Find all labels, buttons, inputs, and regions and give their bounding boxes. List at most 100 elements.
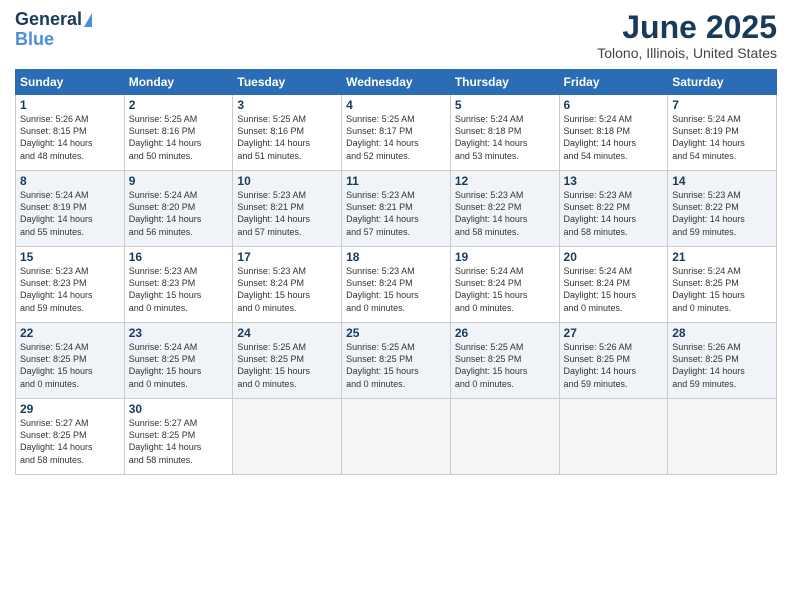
day-info: Sunrise: 5:27 AM Sunset: 8:25 PM Dayligh… (20, 417, 120, 466)
day-number: 6 (564, 98, 664, 112)
logo-text-general: General (15, 10, 82, 30)
day-info: Sunrise: 5:25 AM Sunset: 8:16 PM Dayligh… (129, 113, 229, 162)
calendar-row: 1Sunrise: 5:26 AM Sunset: 8:15 PM Daylig… (16, 95, 777, 171)
day-number: 20 (564, 250, 664, 264)
page-header: General Blue June 2025 Tolono, Illinois,… (15, 10, 777, 61)
table-row: 30Sunrise: 5:27 AM Sunset: 8:25 PM Dayli… (124, 399, 233, 475)
table-row: 21Sunrise: 5:24 AM Sunset: 8:25 PM Dayli… (668, 247, 777, 323)
day-number: 15 (20, 250, 120, 264)
day-info: Sunrise: 5:25 AM Sunset: 8:16 PM Dayligh… (237, 113, 337, 162)
day-info: Sunrise: 5:25 AM Sunset: 8:25 PM Dayligh… (455, 341, 555, 390)
day-number: 24 (237, 326, 337, 340)
calendar-table: Sunday Monday Tuesday Wednesday Thursday… (15, 69, 777, 475)
day-number: 1 (20, 98, 120, 112)
calendar-subtitle: Tolono, Illinois, United States (597, 45, 777, 61)
day-info: Sunrise: 5:23 AM Sunset: 8:24 PM Dayligh… (346, 265, 446, 314)
table-row: 10Sunrise: 5:23 AM Sunset: 8:21 PM Dayli… (233, 171, 342, 247)
day-number: 17 (237, 250, 337, 264)
table-row: 13Sunrise: 5:23 AM Sunset: 8:22 PM Dayli… (559, 171, 668, 247)
table-row: 14Sunrise: 5:23 AM Sunset: 8:22 PM Dayli… (668, 171, 777, 247)
table-row: 28Sunrise: 5:26 AM Sunset: 8:25 PM Dayli… (668, 323, 777, 399)
table-row: 12Sunrise: 5:23 AM Sunset: 8:22 PM Dayli… (450, 171, 559, 247)
table-row: 3Sunrise: 5:25 AM Sunset: 8:16 PM Daylig… (233, 95, 342, 171)
day-number: 8 (20, 174, 120, 188)
day-number: 14 (672, 174, 772, 188)
table-row: 29Sunrise: 5:27 AM Sunset: 8:25 PM Dayli… (16, 399, 125, 475)
day-number: 25 (346, 326, 446, 340)
calendar-row: 8Sunrise: 5:24 AM Sunset: 8:19 PM Daylig… (16, 171, 777, 247)
table-row: 26Sunrise: 5:25 AM Sunset: 8:25 PM Dayli… (450, 323, 559, 399)
day-number: 21 (672, 250, 772, 264)
day-info: Sunrise: 5:23 AM Sunset: 8:22 PM Dayligh… (455, 189, 555, 238)
day-number: 27 (564, 326, 664, 340)
day-info: Sunrise: 5:24 AM Sunset: 8:24 PM Dayligh… (564, 265, 664, 314)
col-wednesday: Wednesday (342, 70, 451, 95)
table-row: 4Sunrise: 5:25 AM Sunset: 8:17 PM Daylig… (342, 95, 451, 171)
calendar-row: 15 Sunrise: 5:23 AM Sunset: 8:23 PM Dayli… (16, 247, 777, 323)
table-row: 27Sunrise: 5:26 AM Sunset: 8:25 PM Dayli… (559, 323, 668, 399)
table-row: 7Sunrise: 5:24 AM Sunset: 8:19 PM Daylig… (668, 95, 777, 171)
day-number: 9 (129, 174, 229, 188)
day-number: 18 (346, 250, 446, 264)
day-info: Sunrise: 5:26 AM Sunset: 8:25 PM Dayligh… (672, 341, 772, 390)
table-row: 2Sunrise: 5:25 AM Sunset: 8:16 PM Daylig… (124, 95, 233, 171)
table-row: 6Sunrise: 5:24 AM Sunset: 8:18 PM Daylig… (559, 95, 668, 171)
day-info: Sunrise: 5:24 AM Sunset: 8:25 PM Dayligh… (129, 341, 229, 390)
day-info: Sunrise: 5:23 AM Sunset: 8:24 PM Dayligh… (237, 265, 337, 314)
table-row: 9Sunrise: 5:24 AM Sunset: 8:20 PM Daylig… (124, 171, 233, 247)
table-row: 25Sunrise: 5:25 AM Sunset: 8:25 PM Dayli… (342, 323, 451, 399)
calendar-title: June 2025 (597, 10, 777, 45)
logo-text-blue: Blue (15, 30, 54, 50)
day-info: Sunrise: 5:24 AM Sunset: 8:25 PM Dayligh… (20, 341, 120, 390)
table-row (342, 399, 451, 475)
day-number: 23 (129, 326, 229, 340)
day-number: 26 (455, 326, 555, 340)
day-info: Sunrise: 5:26 AM Sunset: 8:15 PM Dayligh… (20, 113, 120, 162)
day-info: Sunrise: 5:23 AM Sunset: 8:23 PM Dayligh… (129, 265, 229, 314)
col-saturday: Saturday (668, 70, 777, 95)
day-info: Sunrise: 5:24 AM Sunset: 8:18 PM Dayligh… (455, 113, 555, 162)
col-tuesday: Tuesday (233, 70, 342, 95)
logo: General Blue (15, 10, 92, 50)
title-block: June 2025 Tolono, Illinois, United State… (597, 10, 777, 61)
day-number: 16 (129, 250, 229, 264)
table-row: 15Sunrise: 5:23 AM Sunset: 8:23 PM Dayli… (16, 247, 125, 323)
calendar-page: General Blue June 2025 Tolono, Illinois,… (0, 0, 792, 612)
day-info: Sunrise: 5:24 AM Sunset: 8:25 PM Dayligh… (672, 265, 772, 314)
day-info: Sunrise: 5:23 AM Sunset: 8:22 PM Dayligh… (564, 189, 664, 238)
day-info: Sunrise: 5:25 AM Sunset: 8:25 PM Dayligh… (346, 341, 446, 390)
day-number: 22 (20, 326, 120, 340)
day-info: Sunrise: 5:24 AM Sunset: 8:18 PM Dayligh… (564, 113, 664, 162)
day-number: 13 (564, 174, 664, 188)
day-info: Sunrise: 5:24 AM Sunset: 8:24 PM Dayligh… (455, 265, 555, 314)
col-friday: Friday (559, 70, 668, 95)
table-row: 19Sunrise: 5:24 AM Sunset: 8:24 PM Dayli… (450, 247, 559, 323)
col-thursday: Thursday (450, 70, 559, 95)
day-info: Sunrise: 5:25 AM Sunset: 8:25 PM Dayligh… (237, 341, 337, 390)
table-row: 8Sunrise: 5:24 AM Sunset: 8:19 PM Daylig… (16, 171, 125, 247)
day-number: 5 (455, 98, 555, 112)
day-number: 2 (129, 98, 229, 112)
day-number: 29 (20, 402, 120, 416)
day-number: 12 (455, 174, 555, 188)
table-row: 24Sunrise: 5:25 AM Sunset: 8:25 PM Dayli… (233, 323, 342, 399)
day-info: Sunrise: 5:23 AM Sunset: 8:22 PM Dayligh… (672, 189, 772, 238)
table-row (668, 399, 777, 475)
day-number: 28 (672, 326, 772, 340)
header-row: Sunday Monday Tuesday Wednesday Thursday… (16, 70, 777, 95)
table-row: 18Sunrise: 5:23 AM Sunset: 8:24 PM Dayli… (342, 247, 451, 323)
day-number: 4 (346, 98, 446, 112)
day-info: Sunrise: 5:24 AM Sunset: 8:19 PM Dayligh… (672, 113, 772, 162)
table-row: 23Sunrise: 5:24 AM Sunset: 8:25 PM Dayli… (124, 323, 233, 399)
table-row (450, 399, 559, 475)
table-row: 11Sunrise: 5:23 AM Sunset: 8:21 PM Dayli… (342, 171, 451, 247)
day-info: Sunrise: 5:27 AM Sunset: 8:25 PM Dayligh… (129, 417, 229, 466)
col-monday: Monday (124, 70, 233, 95)
day-number: 30 (129, 402, 229, 416)
table-row (233, 399, 342, 475)
table-row: 1Sunrise: 5:26 AM Sunset: 8:15 PM Daylig… (16, 95, 125, 171)
day-info: Sunrise: 5:25 AM Sunset: 8:17 PM Dayligh… (346, 113, 446, 162)
table-row (559, 399, 668, 475)
day-number: 19 (455, 250, 555, 264)
day-number: 7 (672, 98, 772, 112)
